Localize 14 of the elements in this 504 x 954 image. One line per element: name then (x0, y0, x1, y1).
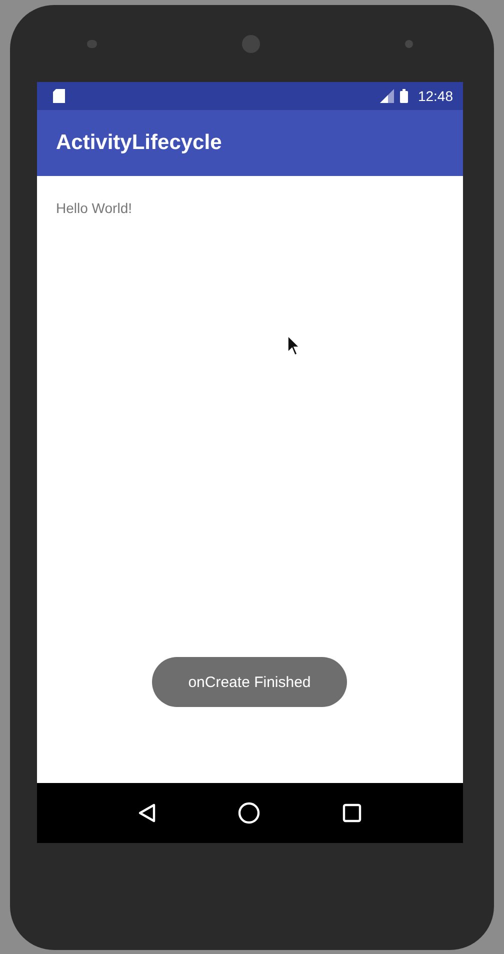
signal-icon (380, 89, 394, 103)
toast-message: onCreate Finished (152, 657, 347, 707)
battery-icon (400, 89, 408, 103)
hello-text: Hello World! (56, 200, 132, 216)
speaker-grille (87, 40, 97, 48)
home-icon[interactable] (238, 802, 260, 824)
sensor-dot (405, 40, 413, 48)
cursor-icon (288, 336, 300, 356)
back-icon[interactable] (138, 803, 156, 823)
recents-icon[interactable] (342, 803, 362, 823)
status-time: 12:48 (418, 88, 453, 104)
sd-card-icon (53, 89, 65, 103)
camera-lens (242, 34, 260, 52)
app-title: ActivityLifecycle (56, 131, 222, 155)
